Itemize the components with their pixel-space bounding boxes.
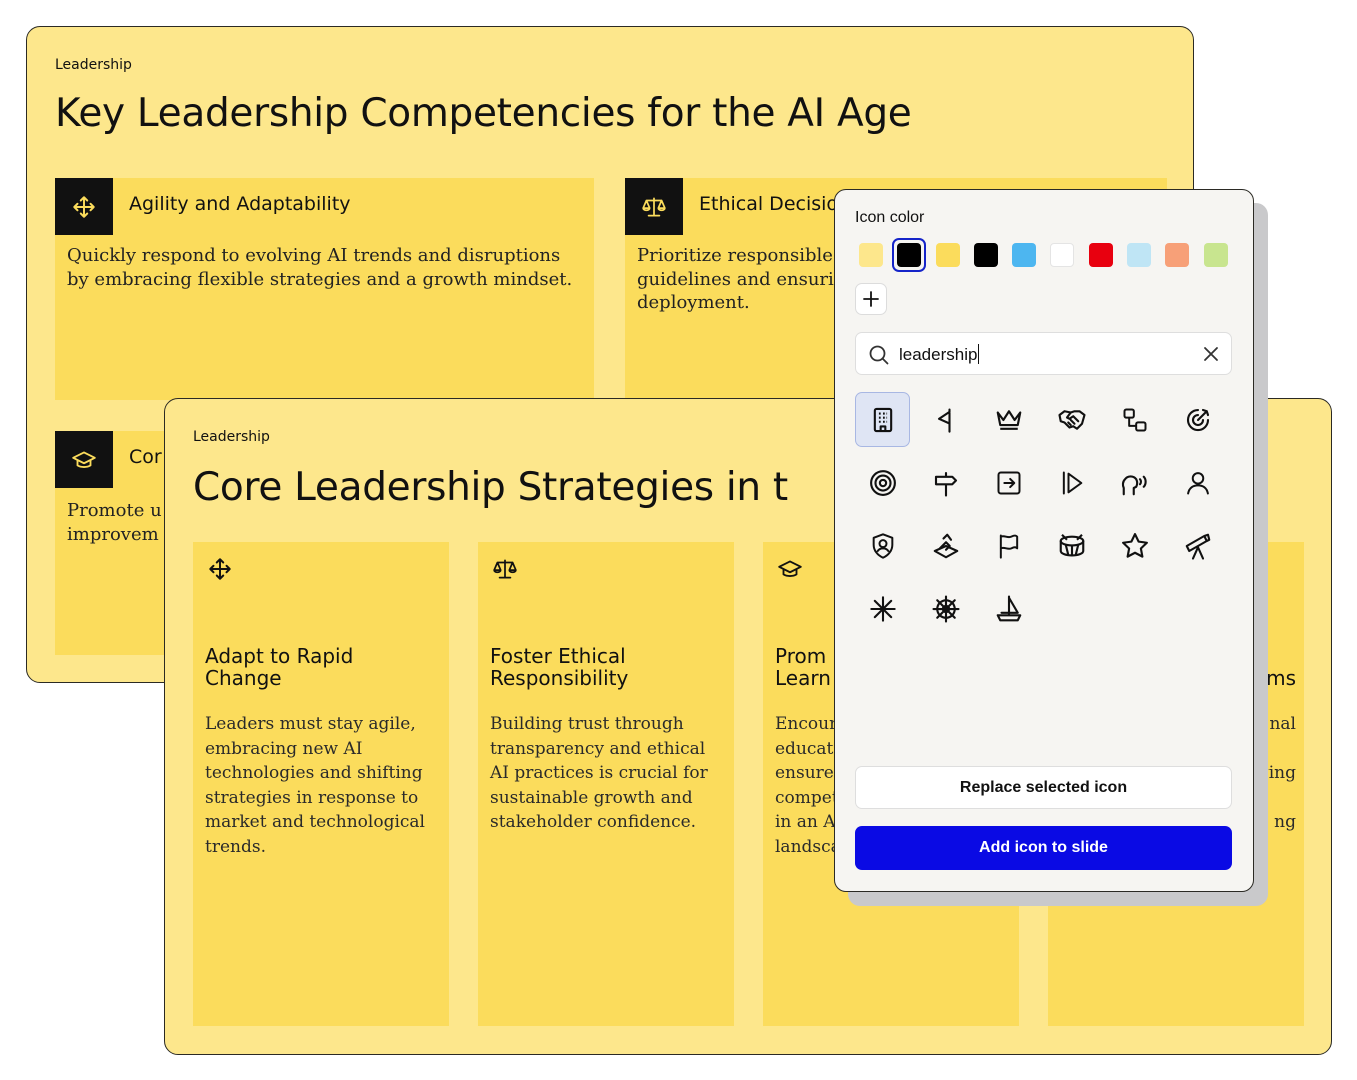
icon-results-grid <box>855 392 1235 636</box>
icon-option[interactable] <box>918 455 973 510</box>
icon-option[interactable] <box>1170 455 1225 510</box>
building-icon <box>873 407 892 432</box>
color-swatch[interactable] <box>892 238 927 272</box>
color-swatches <box>859 238 1242 272</box>
icon-picker-panel: Icon color leadership Replace selected i… <box>834 189 1254 892</box>
clear-search-icon[interactable] <box>1203 346 1219 362</box>
icon-option[interactable] <box>855 392 910 447</box>
card-heading: Ethical Decisio <box>699 193 839 215</box>
pennant-flag-icon <box>937 407 951 433</box>
card-heading: Cor <box>129 446 162 468</box>
add-color-button[interactable] <box>855 283 887 315</box>
icon-option[interactable] <box>918 518 973 573</box>
plus-icon <box>863 291 879 307</box>
icon-option[interactable] <box>1107 392 1162 447</box>
icon-option[interactable] <box>981 518 1036 573</box>
strategy-card[interactable]: Adapt to Rapid Change Leaders must stay … <box>193 542 449 1026</box>
drum-icon <box>1059 533 1084 556</box>
color-swatch[interactable] <box>1203 243 1228 267</box>
sailboat-icon <box>996 594 1021 621</box>
card-body: Promote u improvem <box>67 500 162 545</box>
icon-option[interactable] <box>1107 455 1162 510</box>
crown-icon <box>996 409 1021 430</box>
card-title: Foster Ethical Responsibility <box>490 644 629 690</box>
card-body: Quickly respond to evolving AI trends an… <box>67 245 573 290</box>
card-title: Adapt to Rapid Change <box>205 644 354 690</box>
icon-color-label: Icon color <box>855 209 925 226</box>
graduation-cap-icon[interactable] <box>775 554 805 584</box>
arrow-right-box-icon <box>997 471 1020 494</box>
replace-icon-button[interactable]: Replace selected icon <box>855 766 1232 809</box>
card-heading: Agility and Adaptability <box>129 193 351 215</box>
icon-option[interactable] <box>918 581 973 636</box>
slide-eyebrow: Leadership <box>193 429 270 445</box>
speaking-head-icon <box>1121 474 1147 495</box>
icon-search-input[interactable]: leadership <box>855 332 1232 375</box>
hierarchy-icon <box>1123 408 1146 431</box>
icon-option[interactable] <box>981 392 1036 447</box>
search-value: leadership <box>899 344 980 364</box>
color-swatch[interactable] <box>1050 243 1075 267</box>
ship-wheel-icon <box>931 594 960 623</box>
card-body: Prioritize responsible guidelines and en… <box>637 245 834 313</box>
sparkle-icon <box>869 595 896 622</box>
competency-card[interactable]: Agility and Adaptability Quickly respond… <box>55 178 594 400</box>
graduation-cap-icon[interactable] <box>55 431 113 488</box>
signpost-icon <box>934 471 957 497</box>
search-icon <box>869 345 889 365</box>
card-body: Building trust through transparency and … <box>490 714 708 833</box>
icon-option[interactable] <box>981 581 1036 636</box>
slide-title[interactable]: Key Leadership Competencies for the AI A… <box>55 91 912 136</box>
slide-title[interactable]: Core Leadership Strategies in t <box>193 465 788 510</box>
color-swatch[interactable] <box>1127 243 1152 267</box>
chess-knight-icon <box>933 533 958 558</box>
icon-option[interactable] <box>981 455 1036 510</box>
color-swatch[interactable] <box>1088 243 1113 267</box>
bullseye-icon <box>869 469 896 496</box>
icon-option[interactable] <box>1107 518 1162 573</box>
scales-icon[interactable] <box>625 178 683 235</box>
strategy-card[interactable]: Foster Ethical Responsibility Building t… <box>478 542 734 1026</box>
shield-user-icon <box>872 532 893 559</box>
color-swatch[interactable] <box>859 243 883 267</box>
icon-option[interactable] <box>855 581 910 636</box>
card-body: Leaders must stay agile, embracing new A… <box>205 714 425 857</box>
slide-eyebrow: Leadership <box>55 57 132 73</box>
icon-option[interactable] <box>855 455 910 510</box>
icon-option[interactable] <box>918 392 973 447</box>
icon-option[interactable] <box>855 518 910 573</box>
color-swatch[interactable] <box>973 243 998 267</box>
play-forward-icon <box>1062 471 1082 494</box>
move-arrows-icon[interactable] <box>205 554 235 584</box>
scales-icon[interactable] <box>490 554 520 584</box>
icon-option[interactable] <box>1170 392 1225 447</box>
telescope-icon <box>1185 533 1210 560</box>
color-swatch[interactable] <box>1165 243 1190 267</box>
user-icon <box>1186 471 1209 494</box>
icon-option[interactable] <box>1044 518 1099 573</box>
color-swatch[interactable] <box>935 243 960 267</box>
icon-option[interactable] <box>1170 518 1225 573</box>
color-swatch[interactable] <box>1012 243 1037 267</box>
move-arrows-icon[interactable] <box>55 178 113 235</box>
flag-icon <box>999 534 1018 559</box>
star-icon <box>1121 532 1148 558</box>
handshake-icon <box>1057 409 1086 430</box>
icon-option[interactable] <box>1044 455 1099 510</box>
target-arrow-icon <box>1186 408 1209 431</box>
icon-option[interactable] <box>1044 392 1099 447</box>
add-icon-button[interactable]: Add icon to slide <box>855 826 1232 870</box>
